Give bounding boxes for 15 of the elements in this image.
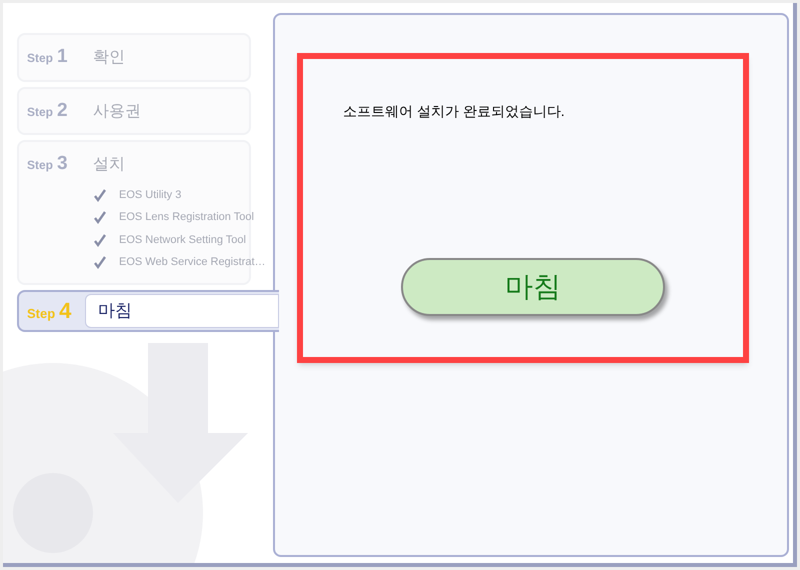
step-title: 사용권: [93, 102, 141, 122]
component-label: EOS Network Setting Tool: [119, 232, 246, 248]
component-label: EOS Lens Registration Tool: [119, 210, 254, 225]
step-label: Step 2: [27, 98, 69, 122]
completion-message: 소프트웨어 설치가 완료되었습니다.: [343, 102, 565, 121]
component-label: EOS Web Service Registrat…: [119, 255, 266, 270]
active-step-tab[interactable]: Step 4 마침: [17, 290, 279, 332]
step-label: Step 4: [26, 297, 72, 325]
step-label: Step 3: [27, 152, 69, 176]
finish-button[interactable]: 마침: [401, 258, 665, 316]
step-label: Step 1: [27, 45, 69, 69]
component-label: EOS Utility 3: [119, 188, 182, 202]
step-title: 확인: [93, 48, 125, 68]
step-title: 마침: [85, 294, 279, 328]
step-title: 설치: [93, 155, 125, 175]
